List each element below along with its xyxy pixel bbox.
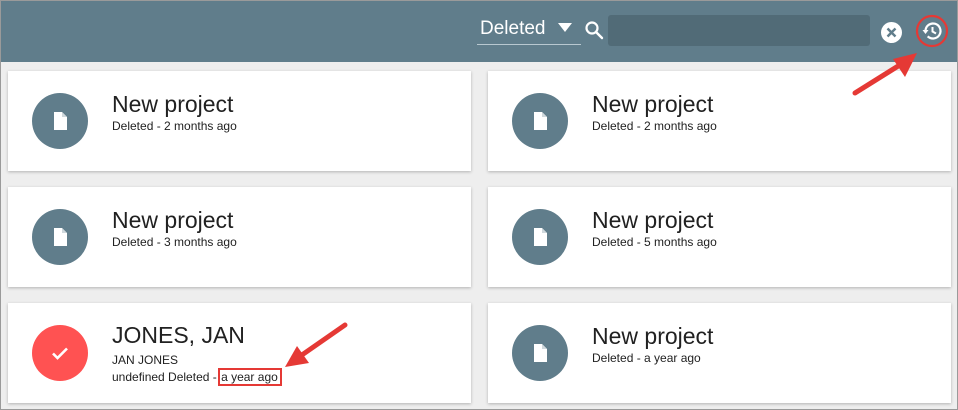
project-card[interactable]: New project Deleted - 2 months ago <box>8 71 471 171</box>
document-icon <box>54 112 67 130</box>
card-title: JONES, JAN <box>112 322 245 348</box>
checkmark-icon <box>52 347 68 360</box>
card-subtitle-prefix: undefined Deleted - <box>112 370 221 384</box>
document-icon <box>54 228 67 246</box>
close-circle-icon[interactable] <box>880 21 903 44</box>
caret-down-icon <box>558 23 572 32</box>
card-subtitle: Deleted - 2 months ago <box>592 119 717 133</box>
document-avatar <box>512 325 568 381</box>
project-card[interactable]: New project Deleted - a year ago <box>488 303 951 403</box>
project-card[interactable]: New project Deleted - 5 months ago <box>488 187 951 287</box>
annotation-arrow-time <box>285 322 348 367</box>
annotation-arrow-history <box>852 53 917 96</box>
card-title: New project <box>112 91 234 117</box>
card-subtitle: undefined Deleted - a year ago <box>112 368 282 386</box>
card-title: New project <box>112 207 234 233</box>
document-avatar <box>32 93 88 149</box>
card-subtitle: Deleted - 5 months ago <box>592 235 717 249</box>
document-icon <box>534 344 547 362</box>
card-subtitle: Deleted - 2 months ago <box>112 119 237 133</box>
top-toolbar: Deleted <box>1 1 957 62</box>
card-subtitle: Deleted - 3 months ago <box>112 235 237 249</box>
filter-dropdown[interactable]: Deleted <box>477 15 581 45</box>
history-icon[interactable] <box>915 14 949 48</box>
document-avatar <box>512 209 568 265</box>
project-card-selected[interactable]: JONES, JAN JAN JONES undefined Deleted -… <box>8 303 471 403</box>
filter-value: Deleted <box>480 18 546 39</box>
card-owner: JAN JONES <box>112 353 179 367</box>
search-input[interactable] <box>608 15 870 46</box>
card-subtitle: Deleted - a year ago <box>592 351 701 365</box>
deleted-time: a year ago <box>218 368 282 386</box>
selected-avatar[interactable] <box>32 325 88 381</box>
search-icon[interactable] <box>584 20 604 40</box>
project-card[interactable]: New project Deleted - 3 months ago <box>8 187 471 287</box>
card-title: New project <box>592 207 714 233</box>
card-title: New project <box>592 91 714 117</box>
card-title: New project <box>592 323 714 349</box>
document-icon <box>534 228 547 246</box>
document-icon <box>534 112 547 130</box>
document-avatar <box>512 93 568 149</box>
document-avatar <box>32 209 88 265</box>
